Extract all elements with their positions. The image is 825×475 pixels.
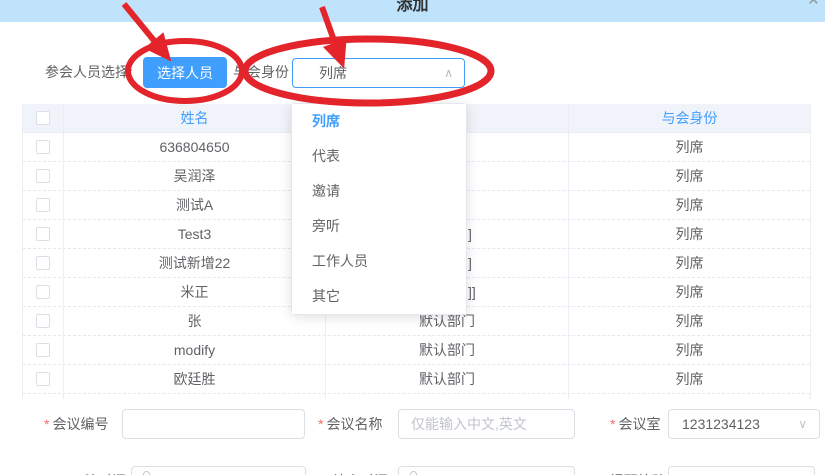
required-asterisk: *	[44, 416, 49, 432]
cell-identity: 列席	[569, 278, 810, 306]
cell-identity: 列席	[569, 162, 810, 190]
identity-select-value: 列席	[319, 65, 347, 81]
dropdown-option-gongzuorenyuan[interactable]: 工作人员	[292, 244, 466, 279]
table-row: 欧廷胜 默认部门 列席	[23, 365, 810, 394]
meeting-no-label: *会议编号	[44, 409, 108, 439]
identity-dropdown-panel: 列席 代表 邀请 旁听 工作人员 其它	[291, 103, 467, 315]
cell-identity: 列席	[569, 307, 810, 335]
dropdown-option-liexi[interactable]: 列席	[292, 104, 466, 139]
cell-identity: 列席	[569, 220, 810, 248]
third-bottom-label: 提醒策略	[610, 466, 666, 475]
header-name: 姓名	[64, 104, 326, 132]
cell-identity: 列席	[569, 191, 810, 219]
end-time-input[interactable]	[398, 466, 575, 475]
clock-icon	[410, 471, 417, 475]
chevron-down-icon: ∨	[798, 410, 807, 438]
header-identity: 与会身份	[569, 104, 810, 132]
row-checkbox[interactable]	[36, 285, 50, 299]
meeting-name-input[interactable]	[398, 409, 575, 439]
cell-dept: 默认部门	[326, 365, 569, 393]
row-checkbox[interactable]	[36, 343, 50, 357]
table-row-clipped	[23, 394, 810, 399]
chevron-up-icon: ∧	[444, 59, 453, 87]
dropdown-option-qita[interactable]: 其它	[292, 279, 466, 314]
cell-identity: 列席	[569, 133, 810, 161]
end-time-label: 结束时间	[332, 466, 388, 475]
row-checkbox[interactable]	[36, 372, 50, 386]
dialog-title: 添加	[0, 0, 825, 15]
table-row: modify 默认部门 列席	[23, 336, 810, 365]
meeting-no-input[interactable]	[122, 409, 305, 439]
cell-name: 测试新增22	[64, 249, 326, 277]
cell-name: 米正	[64, 278, 326, 306]
dialog-header: 添加 ×	[0, 0, 825, 22]
select-all-checkbox[interactable]	[36, 111, 50, 125]
cell-name: 张	[64, 307, 326, 335]
identity-select[interactable]: 列席 ∧	[292, 58, 465, 88]
meeting-room-select[interactable]: 1231234123 ∨	[668, 409, 820, 439]
participant-select-label: 参会人员选择:	[45, 57, 133, 88]
cell-name: 636804650	[64, 133, 326, 161]
cell-identity: 列席	[569, 365, 810, 393]
row-checkbox[interactable]	[36, 140, 50, 154]
add-meeting-dialog: 添加 × 参会人员选择: 选择人员 与会身份 列席 ∧ 姓名 与会身份 6368…	[0, 0, 825, 475]
cell-name: 吴润泽	[64, 162, 326, 190]
cell-name: 欧廷胜	[64, 365, 326, 393]
row-checkbox[interactable]	[36, 314, 50, 328]
row-checkbox[interactable]	[36, 169, 50, 183]
start-time-input[interactable]	[131, 466, 306, 475]
meeting-room-value: 1231234123	[682, 416, 760, 432]
row-checkbox[interactable]	[36, 227, 50, 241]
cell-name: 测试A	[64, 191, 326, 219]
row-checkbox[interactable]	[36, 198, 50, 212]
clock-icon	[143, 471, 150, 475]
start-time-label: 开始时间	[70, 466, 126, 475]
select-personnel-button[interactable]: 选择人员	[143, 57, 227, 88]
meeting-name-label: *会议名称	[318, 409, 382, 439]
required-asterisk: *	[610, 416, 615, 432]
row-checkbox[interactable]	[36, 256, 50, 270]
close-icon[interactable]: ×	[808, 0, 819, 12]
cell-identity: 列席	[569, 336, 810, 364]
identity-label: 与会身份	[233, 57, 289, 88]
cell-name: Test3	[64, 220, 326, 248]
cell-dept: 默认部门	[326, 336, 569, 364]
dropdown-option-pangting[interactable]: 旁听	[292, 209, 466, 244]
dropdown-option-yaoqing[interactable]: 邀请	[292, 174, 466, 209]
cell-name: modify	[64, 336, 326, 364]
third-bottom-input[interactable]	[668, 466, 815, 475]
dropdown-option-daibiao[interactable]: 代表	[292, 139, 466, 174]
cell-identity: 列席	[569, 249, 810, 277]
header-checkbox-cell	[23, 104, 64, 132]
required-asterisk: *	[318, 416, 323, 432]
meeting-room-label: *会议室	[610, 409, 660, 439]
